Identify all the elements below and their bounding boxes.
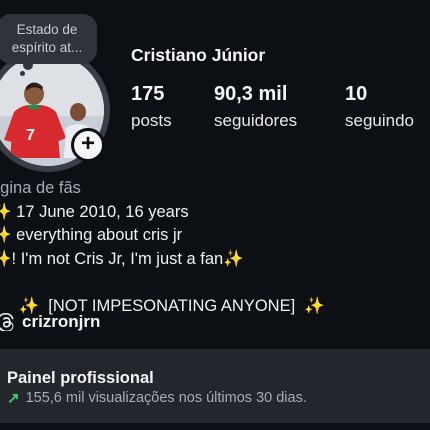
sparkles-icon: ✨	[0, 202, 12, 221]
bio-line-text: 17 June 2010, 16 years	[11, 202, 189, 221]
stat-posts-label: posts	[131, 111, 172, 130]
stat-followers-value: 90,3 mil	[214, 83, 288, 105]
stat-following-value: 10	[345, 83, 368, 105]
stat-posts-value: 175	[131, 83, 165, 105]
stat-following-label: seguindo	[345, 111, 415, 130]
sparkles-icon: ✨	[0, 226, 12, 244]
panel-title: Painel profissional	[7, 369, 154, 387]
plus-icon: +	[80, 130, 95, 157]
stat-followers-label: seguidores	[214, 111, 298, 130]
profile-name: Cristiano Júnior	[131, 45, 266, 65]
profile-screen: 7 + Estado de espírito at... Cristiano J…	[0, 0, 430, 430]
bio-line-text: everything about cris jr	[11, 226, 183, 244]
panel-subtitle-text: 155,6 mil visualizações nos últimos 30 d…	[25, 390, 307, 406]
add-story-button[interactable]: +	[71, 128, 105, 162]
mood-bubble-tail	[23, 60, 33, 70]
sparkles-icon: ✨	[0, 249, 12, 268]
bio-line: ✨ everything about cris jr	[0, 224, 325, 248]
sparkles-icon: ✨	[223, 249, 244, 268]
bio-line-text: ! I'm not Cris Jr, I'm just a fan	[11, 249, 224, 268]
bio-line: ✨! I'm not Cris Jr, I'm just a fan✨	[0, 248, 325, 272]
mood-text: Estado de espírito at...	[11, 22, 83, 55]
threads-handle: crizronjrn	[22, 312, 101, 331]
bio-line: ✨ 17 June 2010, 16 years	[0, 201, 325, 225]
trend-up-icon: ↗	[7, 390, 20, 407]
threads-link[interactable]: crizronjrn	[0, 312, 100, 332]
sparkles-icon: ✨	[304, 296, 325, 315]
svg-text:7: 7	[26, 127, 35, 144]
stat-following[interactable]: 10 seguindo	[345, 83, 414, 131]
mood-bubble-tail-small	[20, 71, 25, 76]
professional-dashboard[interactable]: Painel profissional ↗ 155,6 mil visualiz…	[0, 349, 430, 423]
mood-bubble[interactable]: Estado de espírito at...	[0, 14, 97, 64]
bio-category: ágina de fãs	[0, 179, 81, 197]
stat-followers[interactable]: 90,3 mil seguidores	[214, 83, 297, 131]
stat-posts[interactable]: 175 posts	[131, 83, 172, 131]
profile-avatar[interactable]: 7 +	[0, 48, 110, 172]
panel-subtitle: ↗ 155,6 mil visualizações nos últimos 30…	[7, 389, 307, 407]
threads-icon	[0, 313, 14, 331]
